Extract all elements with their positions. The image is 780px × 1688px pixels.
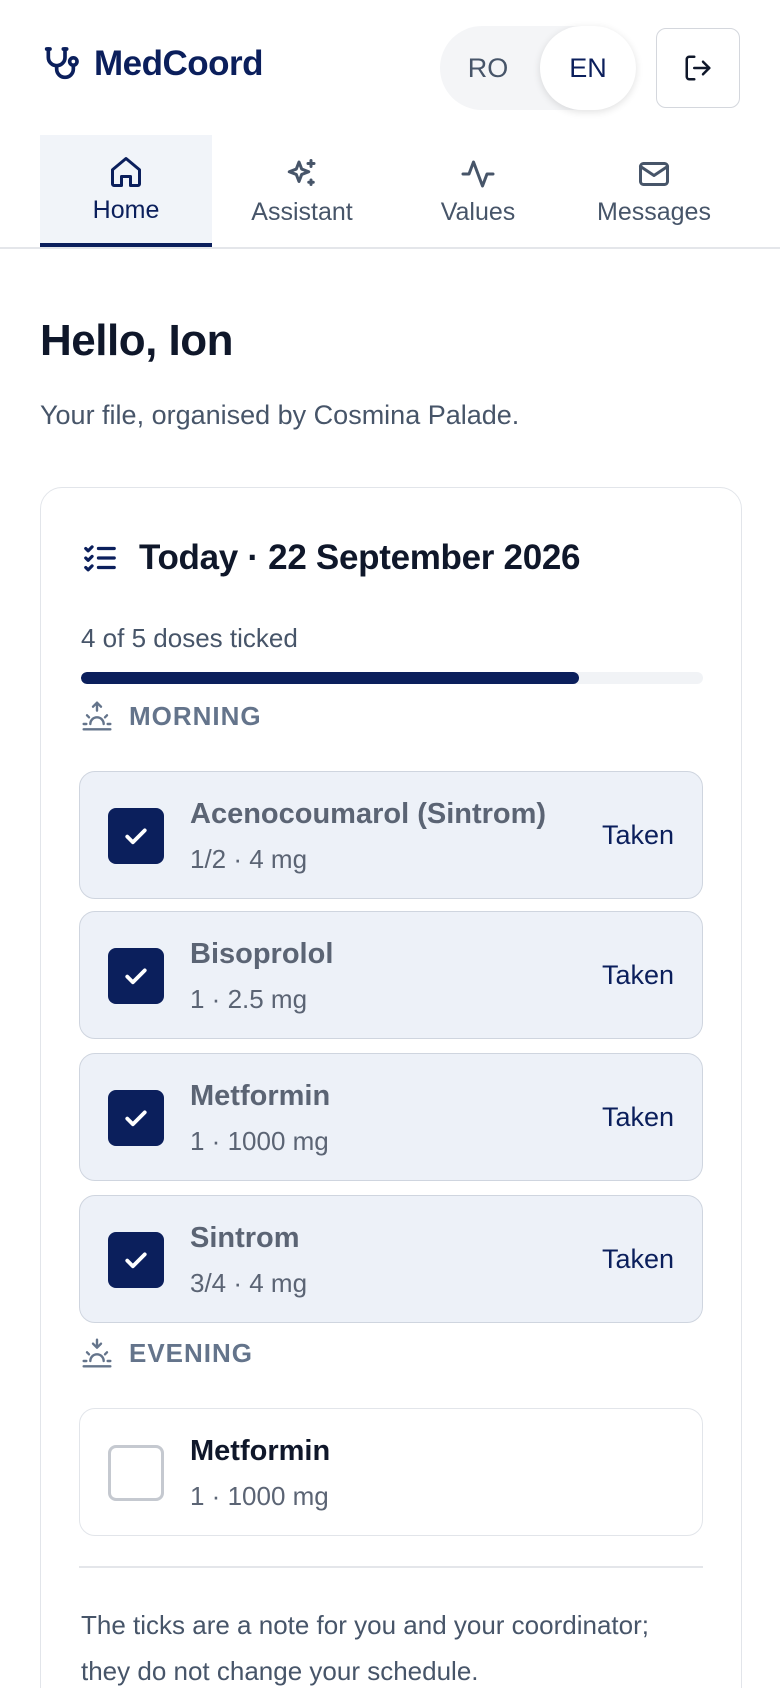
progress-bar bbox=[81, 672, 703, 684]
section-evening: EVENING bbox=[81, 1337, 253, 1369]
dose-item[interactable]: Sintrom 3/4 · 4 mg Taken bbox=[79, 1195, 703, 1323]
card-header: Today · 22 September 2026 bbox=[81, 538, 581, 578]
dose-status: Taken bbox=[601, 820, 674, 850]
brand[interactable]: MedCoord bbox=[40, 44, 264, 84]
page-subtitle: Your file, organised by Cosmina Palade. bbox=[40, 400, 520, 430]
app-name: MedCoord bbox=[94, 44, 264, 83]
sunset-icon bbox=[82, 1338, 112, 1368]
mail-icon bbox=[639, 161, 669, 186]
dose-name: Bisoprolol bbox=[190, 938, 334, 970]
card-title: Today · 22 September 2026 bbox=[139, 538, 581, 577]
dose-detail: 1/2 · 4 mg bbox=[190, 844, 308, 874]
dose-checkbox[interactable] bbox=[108, 948, 164, 1004]
tab-values[interactable]: Values bbox=[392, 135, 564, 247]
dose-detail: 1 · 2.5 mg bbox=[190, 984, 308, 1014]
tab-assistant-label: Assistant bbox=[251, 197, 353, 226]
section-evening-label: EVENING bbox=[129, 1337, 254, 1368]
tab-values-label: Values bbox=[440, 197, 516, 226]
logout-icon bbox=[685, 55, 711, 81]
checklist-icon bbox=[84, 545, 116, 572]
progress-label: 4 of 5 doses ticked bbox=[81, 623, 298, 653]
dose-status: Taken bbox=[601, 960, 674, 990]
dose-checkbox[interactable] bbox=[108, 1090, 164, 1146]
check-icon bbox=[125, 828, 147, 845]
dose-detail: 1 · 1000 mg bbox=[190, 1126, 329, 1156]
sparkles-icon bbox=[287, 158, 316, 186]
section-morning: MORNING bbox=[81, 700, 262, 732]
language-en-button[interactable]: EN bbox=[540, 26, 636, 110]
check-icon bbox=[125, 1110, 147, 1127]
dose-name: Sintrom bbox=[190, 1222, 300, 1254]
dose-name: Metformin bbox=[190, 1080, 331, 1112]
dose-name: Metformin bbox=[190, 1435, 331, 1467]
dose-status: Taken bbox=[601, 1102, 674, 1132]
tab-home[interactable]: Home bbox=[40, 135, 212, 247]
activity-icon bbox=[461, 160, 495, 187]
check-icon bbox=[125, 1252, 147, 1269]
logout-button[interactable] bbox=[656, 28, 740, 108]
progress-fill bbox=[81, 672, 579, 684]
language-switch: RO EN bbox=[440, 26, 636, 110]
stethoscope-icon bbox=[44, 47, 79, 80]
dose-detail: 1 · 1000 mg bbox=[190, 1481, 329, 1511]
tab-assistant[interactable]: Assistant bbox=[216, 135, 388, 247]
dose-item[interactable]: Bisoprolol 1 · 2.5 mg Taken bbox=[79, 911, 703, 1039]
footnote: The ticks are a note for you and your co… bbox=[81, 1610, 649, 1686]
dose-item[interactable]: Metformin 1 · 1000 mg bbox=[79, 1408, 703, 1536]
dose-detail: 3/4 · 4 mg bbox=[190, 1268, 308, 1298]
dose-item[interactable]: Metformin 1 · 1000 mg Taken bbox=[79, 1053, 703, 1181]
dose-checkbox[interactable] bbox=[108, 1445, 164, 1501]
section-morning-label: MORNING bbox=[129, 700, 262, 731]
check-icon bbox=[125, 968, 147, 985]
dose-checkbox[interactable] bbox=[108, 1232, 164, 1288]
main-nav: Home Assistant Values Messages bbox=[0, 135, 780, 249]
today-card: Today · 22 September 2026 4 of 5 doses t… bbox=[40, 487, 742, 1688]
tab-messages-label: Messages bbox=[597, 197, 711, 226]
dose-status: Taken bbox=[601, 1244, 674, 1274]
tab-home-label: Home bbox=[92, 195, 160, 224]
dose-item[interactable]: Acenocoumarol (Sintrom) 1/2 · 4 mg Taken bbox=[79, 771, 703, 899]
language-ro-button[interactable]: RO bbox=[440, 26, 536, 110]
home-icon bbox=[111, 156, 141, 187]
top-bar: MedCoord RO EN bbox=[0, 0, 780, 135]
dose-checkbox[interactable] bbox=[108, 808, 164, 864]
tab-messages[interactable]: Messages bbox=[568, 135, 740, 247]
page-title: Hello, Ion bbox=[40, 316, 234, 365]
sunrise-icon bbox=[82, 701, 112, 731]
divider bbox=[79, 1566, 703, 1568]
dose-name: Acenocoumarol (Sintrom) bbox=[190, 798, 547, 830]
